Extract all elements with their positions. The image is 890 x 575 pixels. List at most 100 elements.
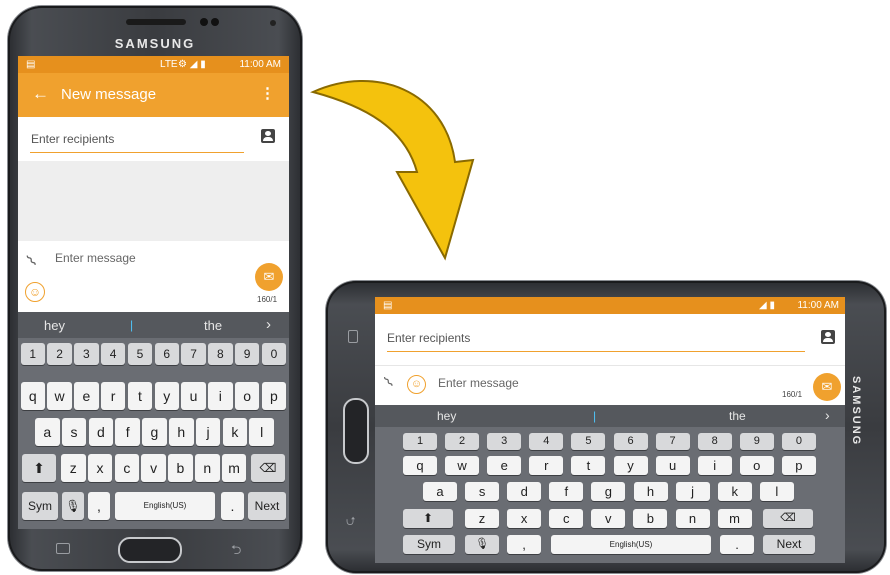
landscape-key-k[interactable]: k xyxy=(717,482,752,501)
key-c[interactable]: c xyxy=(114,454,140,482)
landscape-space-key[interactable]: English(US) xyxy=(551,535,711,554)
key-f[interactable]: f xyxy=(115,418,140,446)
landscape-key-h[interactable]: h xyxy=(633,482,668,501)
key-h[interactable]: h xyxy=(169,418,194,446)
landscape-key-l[interactable]: l xyxy=(759,482,794,501)
suggestion-3[interactable]: the xyxy=(204,318,222,333)
key-w[interactable]: w xyxy=(47,382,72,410)
landscape-key-b[interactable]: b xyxy=(633,509,668,528)
key-x[interactable]: x xyxy=(87,454,113,482)
key-n[interactable]: n xyxy=(195,454,220,482)
landscape-key-e[interactable]: e xyxy=(487,456,522,475)
landscape-key-r[interactable]: r xyxy=(529,456,564,475)
key-y[interactable]: y xyxy=(154,382,179,410)
key-num-1[interactable]: 1 xyxy=(20,343,45,365)
suggestion-2[interactable]: | xyxy=(130,318,133,332)
landscape-key-z[interactable]: z xyxy=(465,509,499,528)
space-key[interactable]: English(US) xyxy=(115,492,215,520)
key-z[interactable]: z xyxy=(61,454,86,482)
key-i[interactable]: i xyxy=(208,382,233,410)
recent-apps-icon-landscape[interactable] xyxy=(348,330,358,343)
suggestion-1[interactable]: hey xyxy=(437,409,456,423)
landscape-key-i[interactable]: i xyxy=(697,456,732,475)
key-num-5[interactable]: 5 xyxy=(127,343,153,365)
suggestion-3[interactable]: the xyxy=(729,409,746,423)
landscape-key-c[interactable]: c xyxy=(549,509,584,528)
message-placeholder[interactable]: Enter message xyxy=(55,251,136,265)
key-v[interactable]: v xyxy=(141,454,166,482)
landscape-key-d[interactable]: d xyxy=(507,482,542,501)
key-b[interactable]: b xyxy=(168,454,193,482)
comma-key[interactable]: , xyxy=(88,492,110,520)
expand-suggestions-icon[interactable]: › xyxy=(266,316,271,333)
attach-icon[interactable]: ⌇ xyxy=(22,251,41,271)
landscape-voice-input-key[interactable]: 🎙 xyxy=(465,535,499,554)
suggestion-2[interactable]: | xyxy=(593,409,596,423)
key-p[interactable]: p xyxy=(261,382,287,410)
landscape-key-a[interactable]: a xyxy=(423,482,457,501)
landscape-key-u[interactable]: u xyxy=(655,456,690,475)
key-num-8[interactable]: 8 xyxy=(208,343,233,365)
key-num-3[interactable]: 3 xyxy=(74,343,99,365)
landscape-key-num-9[interactable]: 9 xyxy=(739,433,774,450)
suggestion-1[interactable]: hey xyxy=(44,318,65,333)
key-e[interactable]: e xyxy=(74,382,99,410)
landscape-comma-key[interactable]: , xyxy=(507,535,541,554)
message-placeholder[interactable]: Enter message xyxy=(438,376,519,390)
landscape-key-num-5[interactable]: 5 xyxy=(571,433,606,450)
send-button[interactable]: ✉ xyxy=(255,263,283,291)
key-l[interactable]: l xyxy=(249,418,274,446)
landscape-key-num-8[interactable]: 8 xyxy=(697,433,732,450)
landscape-key-q[interactable]: q xyxy=(403,456,437,475)
attach-icon[interactable]: ⌇ xyxy=(380,373,398,392)
contact-picker-icon[interactable] xyxy=(261,129,275,143)
period-key[interactable]: . xyxy=(221,492,244,520)
landscape-key-g[interactable]: g xyxy=(591,482,626,501)
voice-input-key[interactable]: 🎙 xyxy=(62,492,84,520)
key-u[interactable]: u xyxy=(181,382,206,410)
emoji-icon[interactable]: ☺ xyxy=(25,282,45,302)
contact-picker-icon[interactable] xyxy=(821,330,835,344)
overflow-menu-icon[interactable]: ⋮ xyxy=(260,84,275,102)
landscape-key-p[interactable]: p xyxy=(781,456,816,475)
key-k[interactable]: k xyxy=(222,418,248,446)
emoji-icon[interactable]: ☺ xyxy=(407,375,426,394)
key-num-0[interactable]: 0 xyxy=(261,343,287,365)
key-num-4[interactable]: 4 xyxy=(100,343,126,365)
landscape-key-num-7[interactable]: 7 xyxy=(655,433,690,450)
recipients-field-landscape[interactable]: Enter recipients xyxy=(387,325,805,352)
landscape-key-num-3[interactable]: 3 xyxy=(487,433,522,450)
recipients-field[interactable]: Enter recipients xyxy=(30,129,244,153)
key-g[interactable]: g xyxy=(142,418,167,446)
key-num-2[interactable]: 2 xyxy=(47,343,72,365)
key-s[interactable]: s xyxy=(61,418,87,446)
expand-suggestions-icon[interactable]: › xyxy=(825,407,830,423)
key-num-6[interactable]: 6 xyxy=(154,343,179,365)
landscape-key-y[interactable]: y xyxy=(613,456,648,475)
landscape-key-num-1[interactable]: 1 xyxy=(403,433,437,450)
landscape-key-num-2[interactable]: 2 xyxy=(445,433,480,450)
back-icon-landscape[interactable]: ⮍ xyxy=(346,512,356,533)
shift-key[interactable]: ⬆ xyxy=(22,454,56,482)
landscape-key-num-0[interactable]: 0 xyxy=(781,433,816,450)
key-r[interactable]: r xyxy=(100,382,126,410)
landscape-key-s[interactable]: s xyxy=(465,482,500,501)
landscape-next-key[interactable]: Next xyxy=(763,535,815,554)
home-button[interactable] xyxy=(118,537,182,563)
landscape-key-n[interactable]: n xyxy=(675,509,710,528)
landscape-key-f[interactable]: f xyxy=(549,482,584,501)
send-button[interactable]: ✉ xyxy=(813,373,841,401)
landscape-key-num-6[interactable]: 6 xyxy=(613,433,648,450)
key-d[interactable]: d xyxy=(88,418,114,446)
home-button-landscape[interactable] xyxy=(343,398,369,464)
landscape-key-j[interactable]: j xyxy=(675,482,710,501)
key-m[interactable]: m xyxy=(221,454,247,482)
landscape-period-key[interactable]: . xyxy=(720,535,754,554)
landscape-shift-key[interactable]: ⬆ xyxy=(403,509,453,528)
landscape-key-v[interactable]: v xyxy=(591,509,626,528)
key-a[interactable]: a xyxy=(35,418,60,446)
landscape-key-w[interactable]: w xyxy=(445,456,480,475)
back-icon[interactable]: ⮌ xyxy=(231,541,241,563)
key-num-9[interactable]: 9 xyxy=(234,343,260,365)
backspace-key[interactable]: ⌫ xyxy=(251,454,285,482)
